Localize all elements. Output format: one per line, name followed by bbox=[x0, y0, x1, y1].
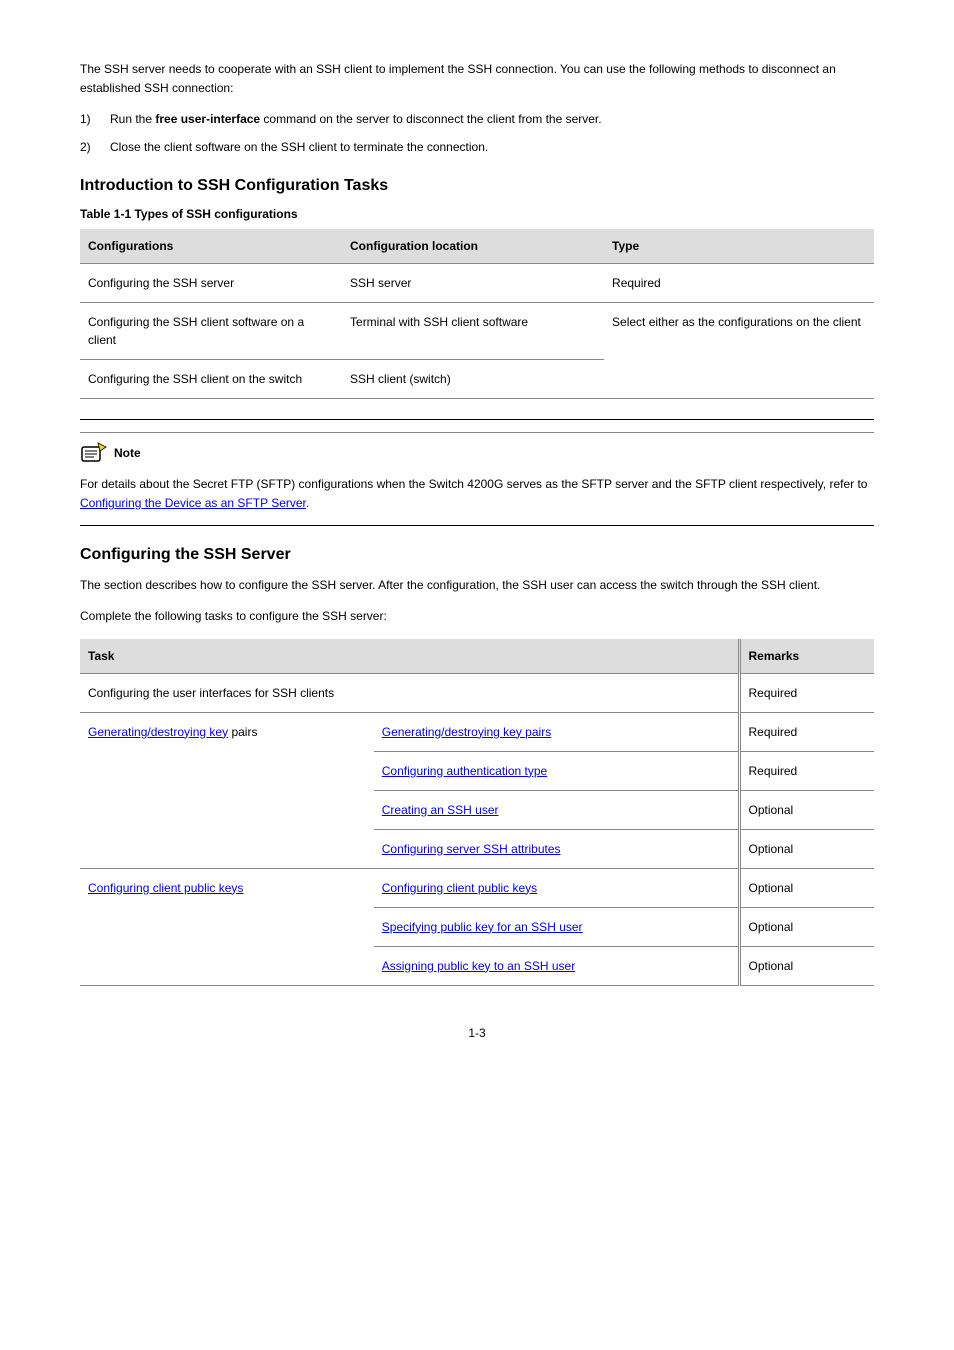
section-heading: Introduction to SSH Configuration Tasks bbox=[80, 177, 874, 195]
table-cell: Required bbox=[739, 673, 874, 712]
table-cell: SSH server bbox=[342, 263, 604, 302]
table-cell: Terminal with SSH client software bbox=[342, 302, 604, 359]
table-cell: Configuring the SSH server bbox=[80, 263, 342, 302]
intro-list: 1) Run the free user-interface command o… bbox=[80, 110, 874, 156]
table-cell: Optional bbox=[739, 790, 874, 829]
table-row: Configuring the user interfaces for SSH … bbox=[80, 673, 874, 712]
table-cell: Optional bbox=[739, 868, 874, 907]
table-row: Configuring the SSH server SSH server Re… bbox=[80, 263, 874, 302]
table-header: Remarks bbox=[739, 639, 874, 674]
ssh-server-section: Configuring the SSH Server The section d… bbox=[80, 546, 874, 985]
intro-section: The SSH server needs to cooperate with a… bbox=[80, 60, 874, 157]
table-cell: Generating/destroying key pairs bbox=[374, 712, 739, 751]
table-header: Task bbox=[80, 639, 739, 674]
config-types-table: Configurations Configuration location Ty… bbox=[80, 229, 874, 399]
page-number: 1-3 bbox=[80, 1026, 874, 1040]
subtask-link[interactable]: Specifying public key for an SSH user bbox=[382, 920, 583, 934]
table-cell: Configuring the user interfaces for SSH … bbox=[80, 673, 739, 712]
body-paragraph: Complete the following tasks to configur… bbox=[80, 607, 874, 626]
table-cell: Required bbox=[739, 751, 874, 790]
list-marker: 1) bbox=[80, 110, 110, 129]
table-caption: Table 1-1 Types of SSH configurations bbox=[80, 207, 874, 221]
subtask-link[interactable]: Generating/destroying key pairs bbox=[382, 725, 551, 739]
table-cell: Configuring the SSH client software on a… bbox=[80, 302, 342, 359]
table-cell: Assigning public key to an SSH user bbox=[374, 946, 739, 985]
list-text: Run the free user-interface command on t… bbox=[110, 110, 602, 129]
list-item: 1) Run the free user-interface command o… bbox=[80, 110, 874, 129]
table-header: Type bbox=[604, 229, 874, 264]
table-cell: Specifying public key for an SSH user bbox=[374, 907, 739, 946]
body-paragraph: The section describes how to configure t… bbox=[80, 576, 874, 595]
table-cell: Optional bbox=[739, 907, 874, 946]
note-label: Note bbox=[114, 446, 141, 460]
note-link[interactable]: Configuring the Device as an SFTP Server bbox=[80, 496, 306, 510]
subtask-link[interactable]: Configuring authentication type bbox=[382, 764, 547, 778]
table-cell: Select either as the configurations on t… bbox=[604, 302, 874, 398]
table-row: Configuring the SSH client software on a… bbox=[80, 302, 874, 359]
table-cell: Configuring authentication type bbox=[374, 751, 739, 790]
note-icon bbox=[80, 441, 108, 465]
list-marker: 2) bbox=[80, 138, 110, 157]
table-cell: SSH client (switch) bbox=[342, 359, 604, 398]
table-cell: Configuring client public keys bbox=[80, 868, 374, 985]
note-text: For details about the Secret FTP (SFTP) … bbox=[80, 475, 874, 513]
subtask-link[interactable]: Configuring client public keys bbox=[382, 881, 537, 895]
table-row: Generating/destroying key pairs Generati… bbox=[80, 712, 874, 751]
table-cell: Optional bbox=[739, 946, 874, 985]
subtask-link[interactable]: Configuring server SSH attributes bbox=[382, 842, 561, 856]
subtask-link[interactable]: Creating an SSH user bbox=[382, 803, 499, 817]
table-cell: Configuring server SSH attributes bbox=[374, 829, 739, 868]
table-cell: Creating an SSH user bbox=[374, 790, 739, 829]
intro-paragraph: The SSH server needs to cooperate with a… bbox=[80, 60, 874, 98]
table-header: Configurations bbox=[80, 229, 342, 264]
ssh-server-tasks-table: Task Remarks Configuring the user interf… bbox=[80, 639, 874, 986]
list-text: Close the client software on the SSH cli… bbox=[110, 138, 488, 157]
note-box: Note For details about the Secret FTP (S… bbox=[80, 419, 874, 526]
task-link[interactable]: Generating/destroying key bbox=[88, 725, 228, 739]
subtask-link[interactable]: Assigning public key to an SSH user bbox=[382, 959, 575, 973]
section-heading: Configuring the SSH Server bbox=[80, 546, 874, 564]
table-cell: Required bbox=[739, 712, 874, 751]
table-cell: Generating/destroying key pairs bbox=[80, 712, 374, 868]
table-cell: Configuring client public keys bbox=[374, 868, 739, 907]
table-row: Configuring client public keys Configuri… bbox=[80, 868, 874, 907]
table-header: Configuration location bbox=[342, 229, 604, 264]
task-link[interactable]: Configuring client public keys bbox=[88, 881, 243, 895]
table-cell: Optional bbox=[739, 829, 874, 868]
config-tasks-section: Introduction to SSH Configuration Tasks … bbox=[80, 177, 874, 526]
table-cell: Required bbox=[604, 263, 874, 302]
list-item: 2) Close the client software on the SSH … bbox=[80, 138, 874, 157]
note-header: Note bbox=[80, 441, 874, 465]
table-cell: Configuring the SSH client on the switch bbox=[80, 359, 342, 398]
